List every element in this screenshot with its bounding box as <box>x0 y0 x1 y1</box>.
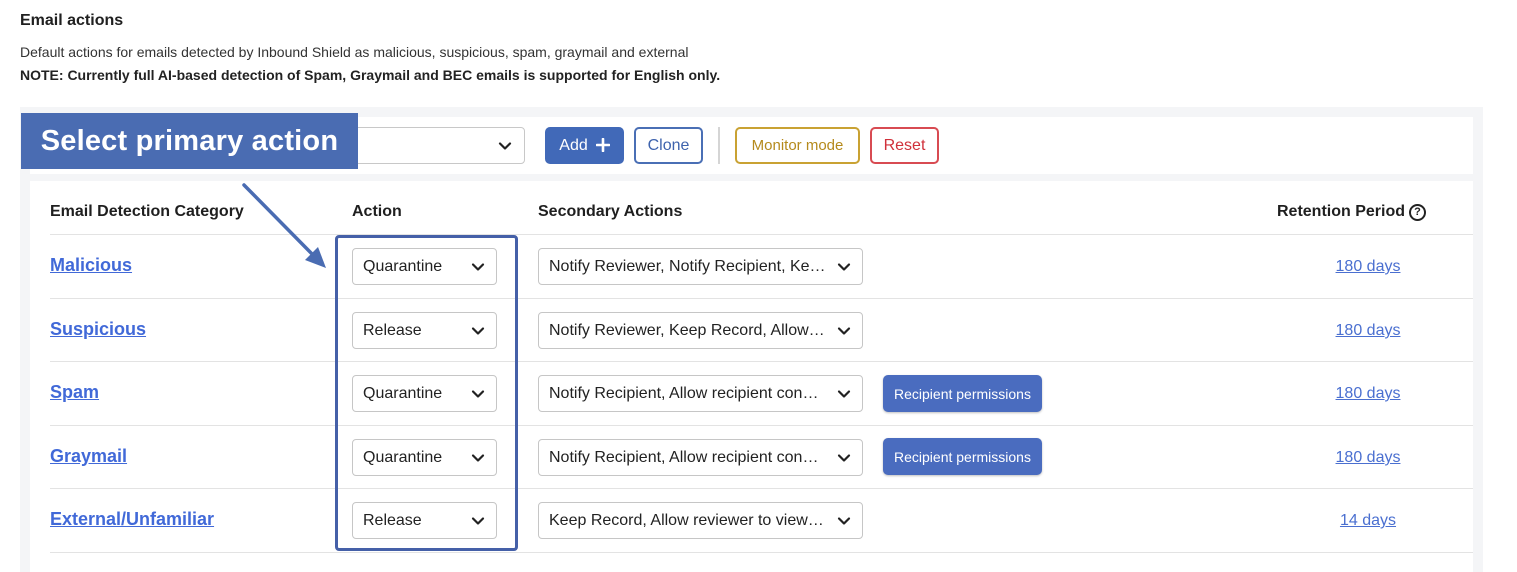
action-select-suspicious[interactable]: Release <box>352 312 497 349</box>
recipient-permissions-button-graymail[interactable]: Recipient permissions <box>883 438 1042 475</box>
row-divider <box>50 234 1473 235</box>
secondary-select-value: Notify Reviewer, Notify Recipient, Ke… <box>549 257 826 275</box>
secondary-select-malicious[interactable]: Notify Reviewer, Notify Recipient, Ke… <box>538 248 863 285</box>
retention-header-label: Retention Period <box>1277 203 1406 220</box>
secondary-select-spam[interactable]: Notify Recipient, Allow recipient con… <box>538 375 863 412</box>
retention-link-malicious[interactable]: 180 days <box>1293 258 1443 276</box>
category-link-external[interactable]: External/Unfamiliar <box>50 509 214 530</box>
section-description: Default actions for emails detected by I… <box>20 44 689 60</box>
chevron-down-icon <box>835 322 853 345</box>
callout-label: Select primary action <box>21 113 358 169</box>
secondary-select-value: Notify Recipient, Allow recipient con… <box>549 384 819 402</box>
column-header-retention: Retention Period ? <box>1277 203 1427 221</box>
category-link-graymail[interactable]: Graymail <box>50 446 127 467</box>
chevron-down-icon <box>469 258 487 281</box>
chevron-down-icon <box>469 512 487 535</box>
retention-link-external[interactable]: 14 days <box>1293 512 1443 530</box>
section-note: NOTE: Currently full AI-based detection … <box>20 67 721 83</box>
row-divider <box>50 425 1473 426</box>
chevron-down-icon <box>469 449 487 472</box>
chevron-down-icon <box>835 449 853 472</box>
plus-icon <box>595 133 611 157</box>
monitor-mode-button[interactable]: Monitor mode <box>735 127 860 164</box>
column-header-action: Action <box>352 203 402 220</box>
help-circle-icon[interactable]: ? <box>1409 203 1427 221</box>
add-policy-button[interactable]: Add <box>545 127 624 164</box>
policy-select[interactable] <box>330 127 525 164</box>
category-link-malicious[interactable]: Malicious <box>50 255 132 276</box>
chevron-down-icon <box>469 385 487 408</box>
row-divider <box>50 552 1473 553</box>
action-select-graymail[interactable]: Quarantine <box>352 439 497 476</box>
clone-policy-button[interactable]: Clone <box>634 127 703 164</box>
section-title: Email actions <box>20 12 124 29</box>
secondary-select-value: Notify Recipient, Allow recipient con… <box>549 448 819 466</box>
chevron-down-icon <box>835 258 853 281</box>
chevron-down-icon <box>835 385 853 408</box>
secondary-select-external[interactable]: Keep Record, Allow reviewer to view… <box>538 502 863 539</box>
secondary-select-graymail[interactable]: Notify Recipient, Allow recipient con… <box>538 439 863 476</box>
add-button-label: Add <box>559 136 588 154</box>
column-header-category: Email Detection Category <box>50 203 244 220</box>
action-select-malicious[interactable]: Quarantine <box>352 248 497 285</box>
recipient-permissions-button-spam[interactable]: Recipient permissions <box>883 375 1042 412</box>
category-link-spam[interactable]: Spam <box>50 382 99 403</box>
reset-button[interactable]: Reset <box>870 127 939 164</box>
action-select-external[interactable]: Release <box>352 502 497 539</box>
column-header-secondary: Secondary Actions <box>538 203 683 220</box>
category-link-suspicious[interactable]: Suspicious <box>50 319 146 340</box>
secondary-select-suspicious[interactable]: Notify Reviewer, Keep Record, Allow… <box>538 312 863 349</box>
chevron-down-icon <box>469 322 487 345</box>
retention-link-graymail[interactable]: 180 days <box>1293 449 1443 467</box>
retention-link-suspicious[interactable]: 180 days <box>1293 322 1443 340</box>
toolbar-divider <box>718 127 720 164</box>
row-divider <box>50 488 1473 489</box>
secondary-select-value: Keep Record, Allow reviewer to view… <box>549 511 824 529</box>
chevron-down-icon <box>496 137 514 160</box>
retention-link-spam[interactable]: 180 days <box>1293 385 1443 403</box>
chevron-down-icon <box>835 512 853 535</box>
action-select-spam[interactable]: Quarantine <box>352 375 497 412</box>
row-divider <box>50 298 1473 299</box>
secondary-select-value: Notify Reviewer, Keep Record, Allow… <box>549 321 825 339</box>
row-divider <box>50 361 1473 362</box>
